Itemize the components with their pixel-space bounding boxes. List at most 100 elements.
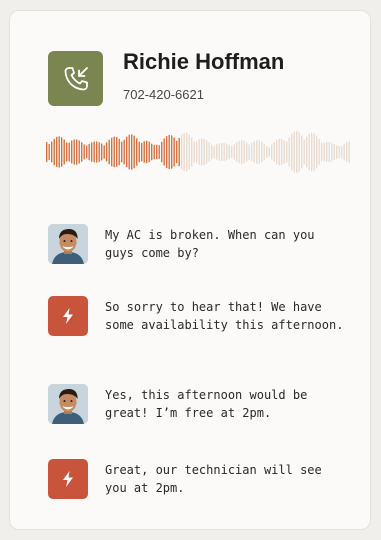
waveform-bar-played bbox=[58, 136, 60, 168]
waveform-bar-unplayed bbox=[293, 131, 295, 173]
waveform-bar-played bbox=[148, 141, 150, 163]
waveform-bar-played bbox=[118, 138, 120, 166]
waveform-bar-played bbox=[166, 135, 168, 169]
waveform-bar-played bbox=[46, 142, 48, 162]
lightning-bolt-icon bbox=[63, 308, 73, 324]
waveform-bar-unplayed bbox=[188, 134, 190, 170]
waveform-bar-played bbox=[98, 142, 100, 162]
waveform-bar-played bbox=[83, 144, 85, 160]
waveform-bar-played bbox=[76, 139, 78, 165]
waveform-bar-played bbox=[146, 140, 148, 164]
waveform-bar-unplayed bbox=[308, 133, 310, 171]
message-text: Yes, this afternoon would be great! I’m … bbox=[105, 388, 308, 420]
waveform-bar-unplayed bbox=[216, 144, 218, 160]
waveform-bar-unplayed bbox=[243, 140, 245, 164]
waveform-bar-played bbox=[131, 134, 133, 170]
waveform-bar-unplayed bbox=[323, 142, 325, 162]
waveform-bar-played bbox=[78, 140, 80, 164]
waveform-bar-unplayed bbox=[183, 132, 185, 172]
waveform-bar-played bbox=[91, 142, 93, 162]
waveform-bar-unplayed bbox=[343, 143, 345, 161]
waveform-bar-played bbox=[121, 141, 123, 163]
incoming-call-icon bbox=[64, 66, 88, 90]
waveform-bar-unplayed bbox=[258, 140, 260, 164]
waveform-bar-played bbox=[178, 137, 180, 167]
waveform-bar-played bbox=[163, 138, 165, 166]
business-avatar bbox=[48, 296, 88, 336]
waveform-bar-played bbox=[113, 136, 115, 168]
waveform-bar-played bbox=[103, 145, 105, 159]
call-audio-waveform[interactable] bbox=[46, 127, 351, 177]
waveform-bar-played bbox=[126, 136, 128, 168]
waveform-bar-unplayed bbox=[196, 141, 198, 163]
waveform-bar-unplayed bbox=[311, 132, 313, 172]
waveform-bar-unplayed bbox=[246, 142, 248, 162]
waveform-bar-unplayed bbox=[263, 143, 265, 161]
waveform-bar-unplayed bbox=[233, 144, 235, 160]
waveform-bar-unplayed bbox=[283, 140, 285, 164]
waveform-bar-played bbox=[168, 134, 170, 170]
waveform-bar-played bbox=[63, 139, 65, 165]
waveform-bar-played bbox=[73, 139, 75, 165]
waveform-bar-played bbox=[153, 144, 155, 160]
waveform-bar-played bbox=[151, 143, 153, 161]
waveform-bar-played bbox=[88, 143, 90, 161]
message-text: So sorry to hear that! We have some avai… bbox=[105, 300, 344, 332]
waveform-bar-unplayed bbox=[291, 133, 293, 171]
waveform-bar-played bbox=[96, 141, 98, 163]
waveform-bar-played bbox=[81, 142, 83, 162]
waveform-bar-unplayed bbox=[231, 146, 233, 158]
waveform-bar-played bbox=[156, 144, 158, 160]
waveform-bar-played bbox=[53, 138, 55, 166]
waveform-bar-played bbox=[141, 142, 143, 162]
contact-phone: 702-420-6621 bbox=[123, 87, 204, 102]
waveform-bar-unplayed bbox=[236, 142, 238, 162]
waveform-bar-played bbox=[158, 145, 160, 159]
waveform-bar-unplayed bbox=[271, 144, 273, 160]
waveform-bar-played bbox=[128, 134, 130, 170]
waveform-bar-played bbox=[161, 141, 163, 163]
customer-avatar bbox=[48, 384, 88, 424]
waveform-bar-unplayed bbox=[251, 143, 253, 161]
waveform-bar-unplayed bbox=[268, 147, 270, 157]
waveform-bar-played bbox=[48, 143, 50, 161]
waveform-bar-played bbox=[66, 142, 68, 162]
waveform-bar-unplayed bbox=[241, 140, 243, 164]
waveform-bar-unplayed bbox=[248, 144, 250, 160]
waveform-bar-unplayed bbox=[256, 140, 258, 164]
waveform-bar-unplayed bbox=[181, 134, 183, 170]
waveform-bar-unplayed bbox=[203, 138, 205, 166]
waveform-bar-unplayed bbox=[206, 140, 208, 164]
contact-name: Richie Hoffman bbox=[123, 49, 285, 74]
waveform-bar-played bbox=[108, 139, 110, 165]
business-avatar bbox=[48, 459, 88, 499]
waveform-bar-played bbox=[138, 141, 140, 163]
waveform-bar-unplayed bbox=[318, 139, 320, 165]
waveform-bar-played bbox=[116, 137, 118, 167]
waveform-bar-unplayed bbox=[201, 138, 203, 166]
waveform-bar-unplayed bbox=[346, 142, 348, 162]
waveform-bar-unplayed bbox=[321, 142, 323, 162]
waveform-bar-played bbox=[93, 141, 95, 163]
waveform-bar-unplayed bbox=[328, 141, 330, 163]
message-text: Great, our technician will see you at 2p… bbox=[105, 463, 322, 495]
waveform-bar-played bbox=[106, 142, 108, 162]
waveform-bar-unplayed bbox=[338, 145, 340, 159]
waveform-bar-played bbox=[56, 136, 58, 168]
waveform-bar-played bbox=[71, 140, 73, 164]
waveform-bar-unplayed bbox=[331, 142, 333, 162]
waveform-bar-unplayed bbox=[313, 133, 315, 171]
waveform-bar-unplayed bbox=[276, 139, 278, 165]
waveform-bar-played bbox=[51, 141, 53, 163]
waveform-bar-unplayed bbox=[198, 139, 200, 165]
waveform-bar-unplayed bbox=[303, 139, 305, 165]
waveform-bar-unplayed bbox=[316, 135, 318, 169]
waveform-bar-unplayed bbox=[306, 136, 308, 168]
waveform-bar-unplayed bbox=[273, 142, 275, 162]
lightning-bolt-icon bbox=[63, 471, 73, 487]
waveform-bar-unplayed bbox=[223, 142, 225, 162]
waveform-bar-played bbox=[136, 138, 138, 166]
waveform-bar-played bbox=[171, 135, 173, 169]
waveform-bar-unplayed bbox=[226, 143, 228, 161]
waveform-bar-played bbox=[123, 139, 125, 165]
